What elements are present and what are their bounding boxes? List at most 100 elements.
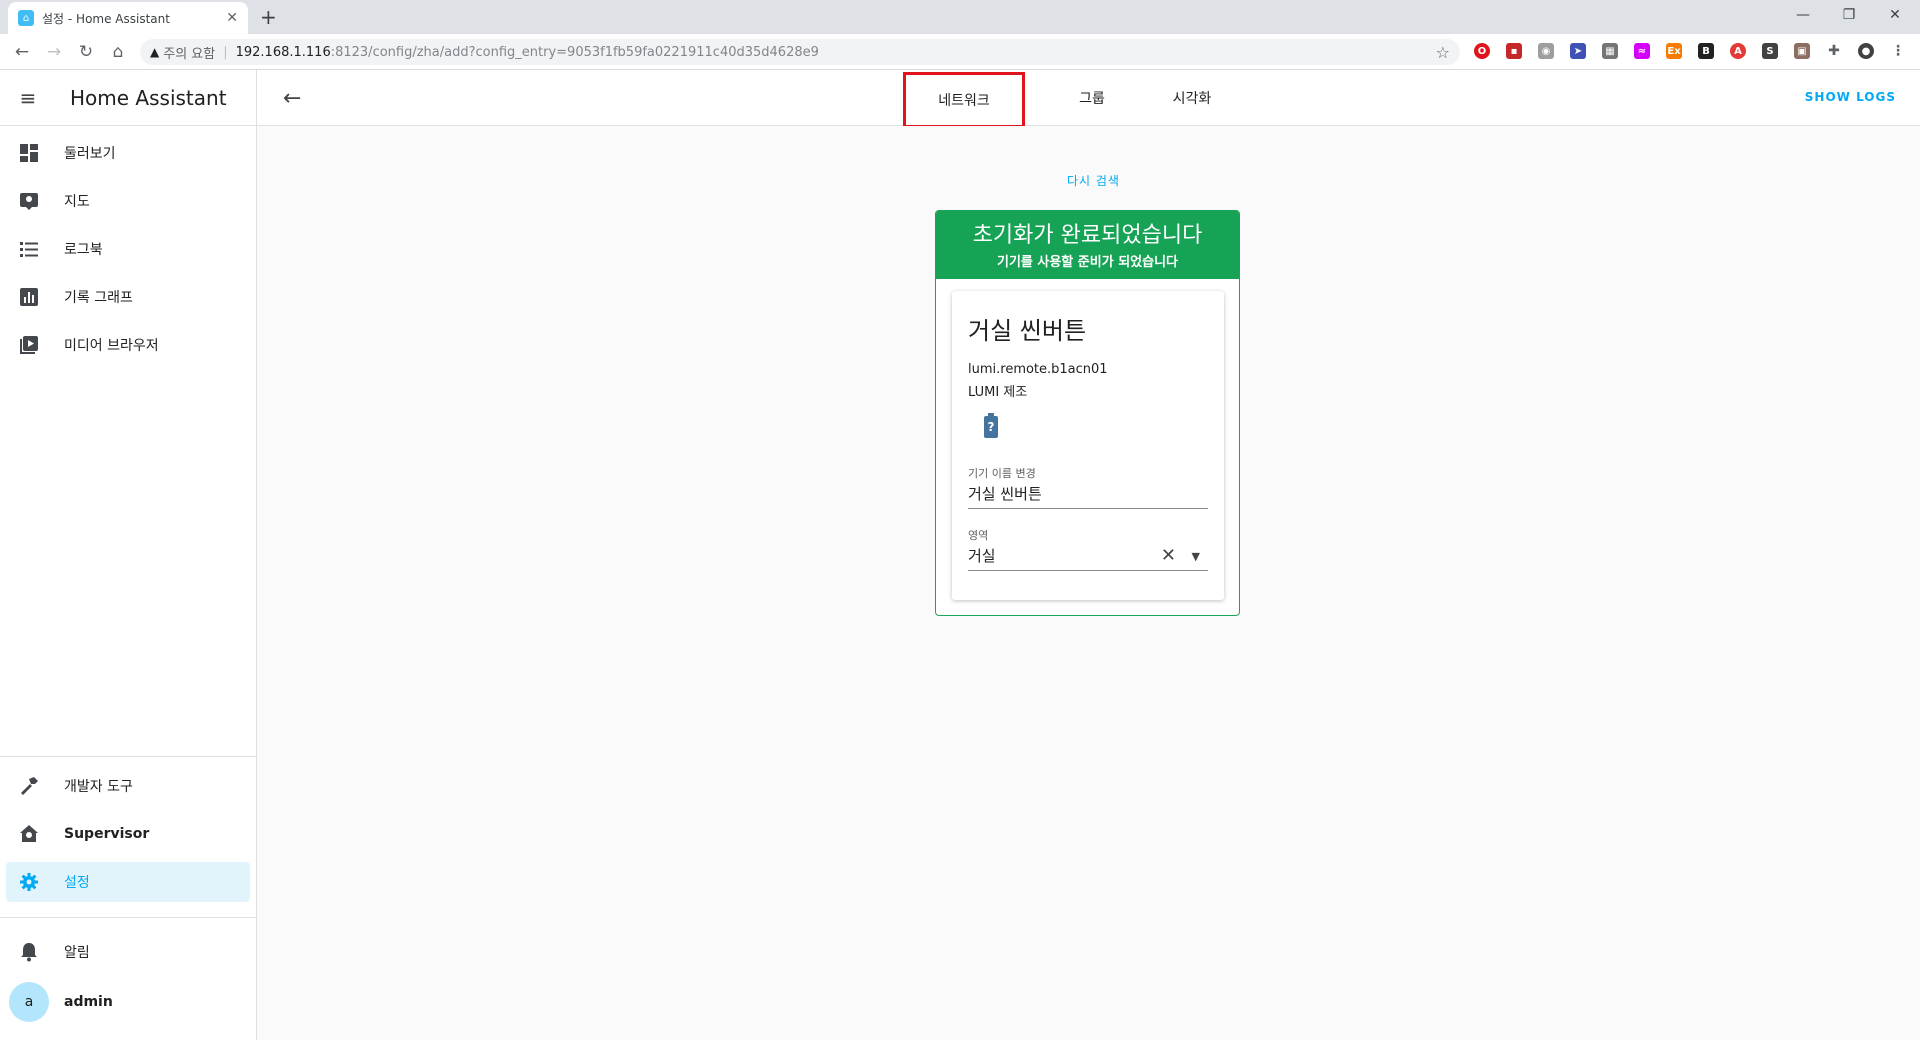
bell-icon (6, 942, 52, 962)
menu-collapse-icon[interactable]: ≡ (0, 86, 56, 110)
sidebar-divider (0, 756, 257, 757)
rename-field[interactable]: 기기 이름 변경 거실 씬버튼 (968, 465, 1208, 509)
area-label: 영역 (968, 529, 989, 542)
dashboard-icon (6, 143, 52, 163)
extensions-puzzle-icon[interactable]: ✚ (1826, 43, 1842, 59)
browser-menu-icon[interactable]: ⋮ (1890, 43, 1906, 59)
separator: | (223, 44, 228, 60)
user-avatar-wrap: a (6, 982, 52, 1022)
sidebar-divider (0, 917, 257, 918)
sidebar-item-supervisor[interactable]: Supervisor (6, 814, 250, 854)
sidebar-item-map[interactable]: 지도 (6, 181, 250, 221)
card-title: 초기화가 완료되었습니다 (972, 223, 1203, 248)
extension-image-icon[interactable]: ▣ (1794, 43, 1810, 59)
warning-icon[interactable]: ▲ (150, 45, 159, 59)
tab-label: 시각화 (1172, 91, 1212, 107)
tab-label: 그룹 (1079, 91, 1105, 107)
home-assistant-favicon-icon: ⌂ (18, 10, 34, 26)
card-subtitle: 기기를 사용할 준비가 되었습니다 (996, 255, 1179, 270)
history-icon (6, 287, 52, 307)
home-assistant-app: ≡ Home Assistant 둘러보기 지도 로그북 기록 그래프 미디어 … (0, 70, 1920, 1040)
sidebar-item-label: 알림 (64, 945, 90, 961)
extension-red-icon[interactable]: ▪ (1506, 43, 1522, 59)
sidebar-item-label: 로그북 (64, 242, 103, 258)
cog-icon (6, 872, 52, 892)
sidebar-item-label: 기록 그래프 (64, 290, 133, 306)
back-icon[interactable]: ← (10, 40, 34, 64)
sidebar-item-media-browser[interactable]: 미디어 브라우저 (6, 325, 250, 365)
sidebar-item-label: 미디어 브라우저 (64, 338, 159, 354)
media-icon (6, 335, 52, 355)
tab-title: 설정 - Home Assistant (42, 11, 170, 26)
browser-toolbar: ← → ↻ ⌂ ▲ 주의 요함 | 192.168.1.116 :8123/co… (0, 34, 1920, 70)
extension-s-icon[interactable]: S (1762, 43, 1778, 59)
profile-avatar-icon[interactable]: ● (1858, 43, 1874, 59)
minimize-icon[interactable]: — (1780, 0, 1826, 30)
battery-unknown-icon: ? (984, 413, 998, 438)
extension-b-icon[interactable]: B (1698, 43, 1714, 59)
restore-icon[interactable]: ❐ (1826, 0, 1872, 30)
close-tab-icon[interactable]: ✕ (226, 10, 238, 26)
dropdown-arrow-icon[interactable]: ▼ (1192, 550, 1200, 563)
sidebar-item-settings[interactable]: 설정 (6, 862, 250, 902)
url-path: :8123/config/zha/add?config_entry=9053f1… (330, 44, 819, 60)
hammer-icon (6, 776, 52, 796)
sidebar-item-logbook[interactable]: 로그북 (6, 229, 250, 269)
browser-tab[interactable]: ⌂ 설정 - Home Assistant ✕ (8, 2, 248, 34)
forward-icon[interactable]: → (42, 40, 66, 64)
sidebar-item-user[interactable]: a admin (6, 980, 250, 1024)
rename-input[interactable]: 거실 씬버튼 (968, 481, 1208, 508)
bookmark-star-icon[interactable]: ☆ (1436, 43, 1450, 62)
reload-icon[interactable]: ↻ (74, 40, 98, 64)
device-manufacturer: LUMI 제조 (968, 385, 1028, 400)
extension-send-icon[interactable]: ➤ (1570, 43, 1586, 59)
new-tab-button[interactable]: + (260, 5, 277, 29)
address-bar[interactable]: ▲ 주의 요함 | 192.168.1.116 :8123/config/zha… (140, 39, 1460, 65)
area-field[interactable]: 영역 거실 ✕ ▼ (968, 527, 1208, 571)
extension-grid-icon[interactable]: ▦ (1602, 43, 1618, 59)
sidebar-item-label: 설정 (64, 875, 90, 891)
show-logs-button[interactable]: SHOW LOGS (1805, 90, 1896, 104)
sidebar-item-developer-tools[interactable]: 개발자 도구 (6, 766, 250, 806)
sidebar-item-label: admin (64, 994, 113, 1010)
sidebar-item-label: 둘러보기 (64, 146, 116, 162)
sidebar-item-overview[interactable]: 둘러보기 (6, 133, 250, 173)
supervisor-icon (6, 824, 52, 844)
extension-orange-icon[interactable]: Ex (1666, 43, 1682, 59)
back-arrow-icon[interactable]: ← (283, 86, 301, 111)
logbook-icon (6, 239, 52, 259)
avatar: a (9, 982, 49, 1022)
home-icon[interactable]: ⌂ (106, 40, 130, 64)
device-paired-card: 초기화가 완료되었습니다 기기를 사용할 준비가 되었습니다 거실 씬버튼 lu… (935, 210, 1240, 616)
device-name: 거실 씬버튼 (968, 317, 1087, 345)
page-toolbar: ← 네트워크 그룹 시각화 SHOW LOGS (257, 70, 1920, 128)
sidebar-item-history[interactable]: 기록 그래프 (6, 277, 250, 317)
tab-label: 네트워크 (938, 93, 990, 109)
sidebar-header: ≡ Home Assistant (0, 70, 256, 126)
card-header: 초기화가 완료되었습니다 기기를 사용할 준비가 되었습니다 (936, 211, 1239, 279)
security-label[interactable]: 주의 요함 (163, 43, 215, 62)
sidebar: ≡ Home Assistant 둘러보기 지도 로그북 기록 그래프 미디어 … (0, 70, 257, 1040)
map-icon (6, 191, 52, 211)
sidebar-title: Home Assistant (70, 85, 227, 110)
device-info-card: 거실 씬버튼 lumi.remote.b1acn01 LUMI 제조 ? 기기 … (952, 291, 1224, 600)
rename-label: 기기 이름 변경 (968, 467, 1036, 480)
url-host: 192.168.1.116 (235, 44, 331, 60)
clear-icon[interactable]: ✕ (1161, 545, 1176, 566)
tab-groups[interactable]: 그룹 (1047, 70, 1137, 126)
device-model: lumi.remote.b1acn01 (968, 362, 1108, 377)
close-window-icon[interactable]: ✕ (1872, 0, 1918, 30)
extension-camera-icon[interactable]: ◉ (1538, 43, 1554, 59)
sidebar-item-label: 개발자 도구 (64, 779, 133, 795)
extension-a-icon[interactable]: A (1730, 43, 1746, 59)
extension-opera-icon[interactable]: O (1474, 43, 1490, 59)
tab-network[interactable]: 네트워크 (903, 72, 1025, 128)
tab-visualization[interactable]: 시각화 (1137, 70, 1247, 126)
sidebar-item-label: Supervisor (64, 826, 150, 842)
main-content: 다시 검색 초기화가 완료되었습니다 기기를 사용할 준비가 되었습니다 거실 … (257, 126, 1920, 1040)
sidebar-item-label: 지도 (64, 194, 90, 210)
extension-purple-icon[interactable]: ≈ (1634, 43, 1650, 59)
search-again-button[interactable]: 다시 검색 (1067, 172, 1120, 189)
browser-tabstrip: ⌂ 설정 - Home Assistant ✕ + — ❐ ✕ (0, 0, 1920, 34)
sidebar-item-notifications[interactable]: 알림 (6, 932, 250, 972)
